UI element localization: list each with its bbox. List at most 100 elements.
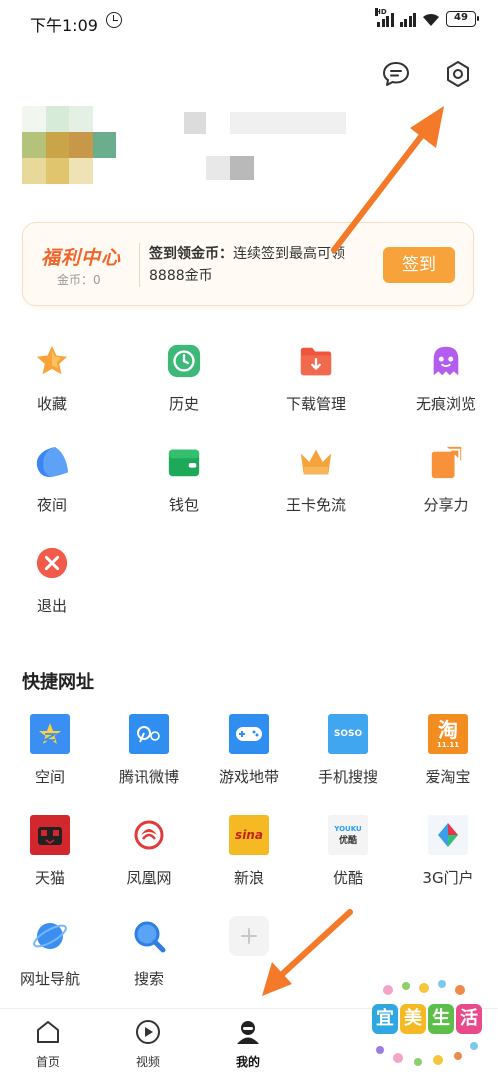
- shortcut-youku[interactable]: YOUKU 优酷 优酷: [298, 815, 398, 888]
- shortcut-label: 空间: [34, 768, 65, 786]
- taobao-logo-text: 淘: [438, 718, 458, 742]
- share-icon: [428, 444, 464, 480]
- wifi-icon: [422, 13, 440, 27]
- tmall-logo: [30, 815, 70, 855]
- exit-icon: [34, 545, 70, 581]
- search-icon: [129, 916, 169, 956]
- feature-label: 夜间: [36, 496, 67, 514]
- planet-icon: [30, 916, 70, 956]
- shortcut-tencent-weibo[interactable]: 腾讯微博: [99, 714, 199, 787]
- shortcut-label: 天猫: [34, 869, 65, 887]
- welfare-center-card[interactable]: 福利中心 金币：0 签到领金币：连续签到最高可领8888金币 签到: [22, 222, 474, 306]
- feature-history[interactable]: 历史: [134, 343, 234, 414]
- shortcut-label: 3G门户: [422, 869, 474, 887]
- sina-logo: sina: [229, 815, 269, 855]
- signal-hd-icon: HD: [375, 8, 394, 27]
- shortcut-3g-portal[interactable]: 3G门户: [398, 815, 498, 888]
- feature-favorites[interactable]: 收藏: [2, 343, 102, 414]
- tab-mine[interactable]: 我的: [218, 1019, 278, 1070]
- feature-label: 无痕浏览: [415, 395, 476, 413]
- watermark-char: 活: [456, 1004, 482, 1034]
- download-folder-icon: [298, 343, 334, 379]
- user-id-blurred-2: [230, 156, 254, 180]
- shortcut-ifeng[interactable]: 凤凰网: [99, 815, 199, 888]
- shortcut-label: 网址导航: [19, 970, 80, 988]
- feature-label: 下载管理: [285, 395, 346, 413]
- shortcut-label: 腾讯微博: [118, 768, 179, 786]
- tab-label: 视频: [135, 1055, 160, 1069]
- tab-video[interactable]: 视频: [118, 1019, 178, 1070]
- watermark-char: 生: [428, 1004, 454, 1034]
- play-icon: [136, 1020, 160, 1044]
- user-id-blurred: [206, 156, 230, 180]
- shortcut-sina[interactable]: sina 新浪: [199, 815, 299, 888]
- watermark-char: 美: [400, 1004, 426, 1034]
- ghost-icon: [428, 343, 464, 379]
- welfare-title: 福利中心: [41, 247, 122, 269]
- signin-desc-bold: 签到领金币：: [149, 246, 233, 262]
- home-icon: [37, 1021, 59, 1043]
- 3g-portal-logo: [428, 815, 468, 855]
- tab-label: 首页: [35, 1055, 60, 1069]
- shortcut-aitaobao[interactable]: 淘 11.11 爱淘宝: [398, 714, 498, 787]
- tab-home[interactable]: 首页: [18, 1019, 78, 1070]
- user-profile[interactable]: [22, 100, 482, 200]
- shortcut-label: 凤凰网: [126, 869, 172, 887]
- shortcuts-title: 快捷网址: [22, 672, 94, 693]
- status-time: 下午1:09: [30, 16, 98, 35]
- feature-label: 分享力: [423, 496, 469, 514]
- crown-icon: [298, 444, 334, 480]
- signin-description: 签到领金币：连续签到最高可领8888金币: [149, 243, 379, 287]
- shortcut-qzone[interactable]: 空间: [0, 714, 100, 787]
- user-icon: [237, 1021, 259, 1044]
- youku-logo-text: YOUKU: [334, 824, 362, 833]
- alarm-icon: [106, 12, 122, 28]
- youku-logo: YOUKU 优酷: [328, 815, 368, 855]
- gamepad-icon: [229, 714, 269, 754]
- username-blurred-2: [230, 112, 346, 134]
- avatar[interactable]: [22, 106, 116, 184]
- status-icons: HD 49: [375, 8, 479, 27]
- message-icon[interactable]: [380, 58, 412, 90]
- tab-label: 我的: [235, 1055, 260, 1069]
- shortcut-soso[interactable]: SOSO 手机搜搜: [298, 714, 398, 787]
- shortcut-label: 新浪: [233, 869, 264, 887]
- shortcut-label: 游戏地带: [218, 768, 279, 786]
- watermark-logo: 宜 美 生 活: [366, 978, 484, 1070]
- ifeng-logo: [129, 815, 169, 855]
- wallet-icon: [166, 444, 202, 480]
- shortcut-web-nav[interactable]: 网址导航: [0, 916, 100, 989]
- shortcut-search[interactable]: 搜索: [99, 916, 199, 989]
- shortcut-tmall[interactable]: 天猫: [0, 815, 100, 888]
- feature-exit[interactable]: 退出: [2, 545, 102, 616]
- youku-logo-sub: 优酷: [338, 835, 357, 846]
- feature-night-mode[interactable]: 夜间: [2, 444, 102, 515]
- status-bar: 下午1:09 HD 49: [0, 0, 498, 40]
- divider: [139, 243, 140, 287]
- signal-icon: [399, 13, 416, 27]
- feature-incognito[interactable]: 无痕浏览: [396, 343, 496, 414]
- feature-king-card[interactable]: 王卡免流: [266, 444, 366, 515]
- shortcut-label: 手机搜搜: [317, 768, 378, 786]
- feature-label: 王卡免流: [285, 496, 346, 514]
- signin-button[interactable]: 签到: [383, 247, 455, 283]
- soso-logo: SOSO: [328, 714, 368, 754]
- feature-label: 历史: [168, 395, 199, 413]
- settings-gear-icon[interactable]: [442, 58, 474, 90]
- star-icon: [34, 343, 70, 379]
- feature-downloads[interactable]: 下载管理: [266, 343, 366, 414]
- feature-share[interactable]: 分享力: [396, 444, 496, 515]
- plus-icon: [229, 916, 269, 956]
- battery-icon: 49: [446, 11, 479, 27]
- feature-label: 收藏: [36, 395, 67, 413]
- coin-balance: 金币：0: [57, 273, 101, 287]
- feature-wallet[interactable]: 钱包: [134, 444, 234, 515]
- shortcut-game-zone[interactable]: 游戏地带: [199, 714, 299, 787]
- shortcut-label: 搜索: [133, 970, 164, 988]
- header-actions: [380, 58, 474, 90]
- moon-icon: [34, 444, 70, 480]
- watermark-char: 宜: [372, 1004, 398, 1034]
- clock-icon: [166, 343, 202, 379]
- shortcut-label: 优酷: [332, 869, 363, 887]
- add-shortcut-button[interactable]: [199, 916, 299, 956]
